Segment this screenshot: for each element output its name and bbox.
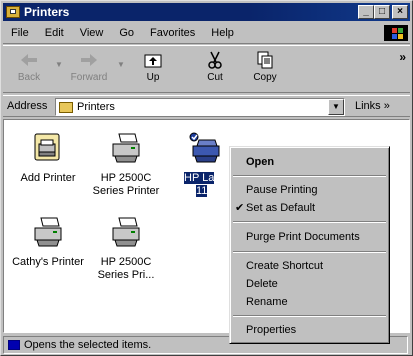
rename-label: Rename [246, 296, 288, 308]
properties-label: Properties [246, 324, 297, 336]
menu-item-create-shortcut[interactable]: Create Shortcut [233, 257, 386, 275]
toolbar-more-chevron[interactable]: » [399, 50, 406, 64]
forward-arrow-icon [81, 54, 97, 66]
menu-separator [233, 315, 386, 317]
menu-go[interactable]: Go [111, 27, 142, 39]
item-label-1: HP 2500C [100, 256, 152, 268]
printer-item[interactable]: Cathy's Printer [10, 216, 86, 269]
purge-label: Purge Print Documents [246, 231, 360, 243]
item-label: Add Printer [20, 172, 76, 184]
status-window-icon [8, 340, 20, 350]
address-value: Printers [77, 101, 115, 113]
standard-toolbar: Back ▼ Forward ▼ Up Cut Copy » [3, 45, 410, 93]
up-button[interactable]: Up [131, 50, 175, 83]
menu-separator [233, 221, 386, 223]
menu-item-properties[interactable]: Properties [233, 321, 386, 339]
address-field[interactable]: Printers ▼ [55, 98, 345, 116]
maximize-button[interactable]: □ [374, 5, 390, 19]
item-label-2: 11 [196, 185, 208, 197]
status-text: Opens the selected items. [24, 339, 152, 351]
close-button[interactable]: × [392, 5, 408, 19]
add-printer-item[interactable]: Add Printer [10, 132, 86, 185]
cut-label: Cut [207, 72, 223, 83]
menu-help[interactable]: Help [203, 27, 242, 39]
item-label-2: Series Pri... [97, 269, 155, 281]
minimize-button[interactable]: _ [358, 5, 374, 19]
item-label-1: HP La [184, 172, 215, 184]
network-printer-icon [189, 132, 220, 163]
printer-icon [34, 217, 62, 247]
item-label-1: HP 2500C [100, 172, 152, 184]
open-label: Open [246, 156, 275, 168]
printer-icon [112, 217, 140, 247]
default-label: Set as Default [246, 202, 316, 214]
back-label: Back [17, 72, 41, 83]
menu-separator [233, 251, 386, 253]
printers-folder-icon [6, 6, 20, 18]
up-folder-icon [144, 54, 162, 68]
menu-item-pause-printing[interactable]: Pause Printing [233, 181, 386, 199]
checkmark-icon: ✔ [235, 202, 245, 214]
forward-dropdown-icon[interactable]: ▼ [117, 60, 125, 69]
menu-file[interactable]: File [3, 27, 37, 39]
title-bar[interactable]: Printers _ □ × [3, 3, 410, 21]
copy-button[interactable]: Copy [243, 50, 287, 83]
back-dropdown-icon[interactable]: ▼ [55, 60, 63, 69]
printer-icon [112, 133, 140, 163]
menu-favorites[interactable]: Favorites [142, 27, 203, 39]
menu-edit[interactable]: Edit [37, 27, 72, 39]
back-button[interactable]: Back [7, 50, 51, 83]
printers-folder-icon [59, 101, 73, 113]
menu-item-open[interactable]: Open [233, 153, 386, 171]
menu-item-rename[interactable]: Rename [233, 293, 386, 311]
copy-pages-icon [257, 51, 273, 69]
forward-button[interactable]: Forward [67, 50, 111, 83]
shortcut-label: Create Shortcut [246, 260, 324, 272]
printer-item[interactable]: HP 2500C Series Pri... [88, 216, 164, 282]
menu-view[interactable]: View [72, 27, 112, 39]
forward-label: Forward [70, 72, 108, 83]
cut-button[interactable]: Cut [193, 50, 237, 83]
address-bar: Address Printers ▼ Links » [3, 95, 410, 117]
up-label: Up [146, 72, 160, 83]
menu-item-set-as-default[interactable]: ✔ Set as Default [233, 199, 386, 217]
menu-bar: File Edit View Go Favorites Help [3, 23, 410, 44]
scissors-icon [208, 51, 222, 69]
printer-item[interactable]: HP 2500C Series Printer [88, 132, 164, 198]
address-dropdown-button[interactable]: ▼ [328, 99, 344, 115]
address-label: Address [7, 100, 48, 112]
menu-separator [233, 175, 386, 177]
context-menu: Open Pause Printing ✔ Set as Default Purg… [229, 146, 390, 344]
windows-logo-icon [384, 25, 408, 41]
delete-label: Delete [246, 278, 278, 290]
item-label: Cathy's Printer [12, 256, 84, 268]
links-button[interactable]: Links » [355, 100, 390, 112]
item-label-2: Series Printer [92, 185, 160, 197]
back-arrow-icon [21, 54, 37, 66]
window-title: Printers [24, 5, 70, 19]
menu-item-delete[interactable]: Delete [233, 275, 386, 293]
copy-label: Copy [253, 72, 277, 83]
add-printer-icon [34, 133, 60, 161]
pause-label: Pause Printing [246, 184, 318, 196]
menu-item-purge-print-documents[interactable]: Purge Print Documents [233, 228, 386, 246]
